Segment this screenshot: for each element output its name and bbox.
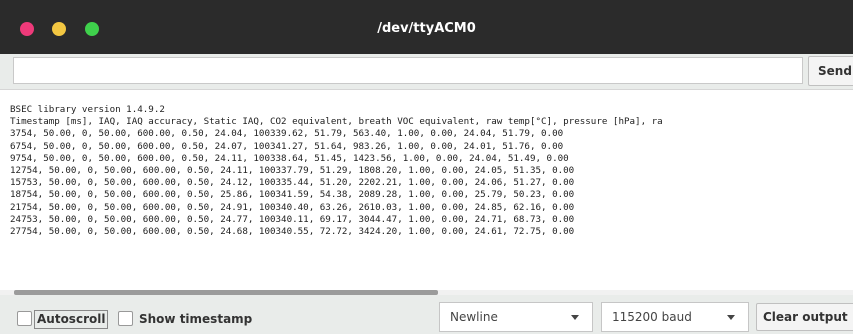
title-bar: /dev/ttyACM0	[0, 0, 853, 54]
send-bar: Send	[0, 54, 853, 89]
baud-rate-value: 115200 baud	[612, 310, 692, 324]
autoscroll-label[interactable]: Autoscroll	[34, 310, 109, 329]
output-data-line: 6754, 50.00, 0, 50.00, 600.00, 0.50, 24.…	[10, 140, 564, 152]
serial-monitor-window: /dev/ttyACM0 Send BSEC library version 1…	[0, 0, 853, 334]
line-ending-value: Newline	[450, 310, 498, 324]
line-ending-select[interactable]: Newline	[439, 302, 593, 332]
output-column-header-line: Timestamp [ms], IAQ, IAQ accuracy, Stati…	[10, 116, 663, 128]
output-data-line: 12754, 50.00, 0, 50.00, 600.00, 0.50, 24…	[10, 165, 575, 177]
output-data-line: 15753, 50.00, 0, 50.00, 600.00, 0.50, 24…	[10, 177, 575, 189]
chevron-down-icon	[727, 315, 735, 320]
show-timestamp-label[interactable]: Show timestamp	[139, 311, 252, 328]
output-data-line: 18754, 50.00, 0, 50.00, 600.00, 0.50, 25…	[10, 189, 575, 201]
output-data-line: 24753, 50.00, 0, 50.00, 600.00, 0.50, 24…	[10, 213, 575, 225]
output-data-line: 21754, 50.00, 0, 50.00, 600.00, 0.50, 24…	[10, 201, 575, 213]
output-data-line: 9754, 50.00, 0, 50.00, 600.00, 0.50, 24.…	[10, 152, 569, 164]
output-header-line: BSEC library version 1.4.9.2	[10, 104, 165, 115]
serial-input-field[interactable]	[13, 57, 803, 84]
output-data-line: 27754, 50.00, 0, 50.00, 600.00, 0.50, 24…	[10, 226, 575, 238]
serial-output-area[interactable]: BSEC library version 1.4.9.2 Timestamp […	[0, 89, 853, 290]
baud-rate-select[interactable]: 115200 baud	[601, 302, 749, 332]
output-data-line: 3754, 50.00, 0, 50.00, 600.00, 0.50, 24.…	[10, 128, 564, 140]
autoscroll-checkbox[interactable]	[17, 311, 32, 326]
send-button[interactable]: Send	[808, 56, 853, 86]
clear-output-button[interactable]: Clear output	[756, 303, 853, 331]
window-title: /dev/ttyACM0	[377, 21, 476, 36]
show-timestamp-checkbox[interactable]	[118, 311, 133, 326]
bottom-toolbar: Autoscroll Show timestamp Newline 115200…	[0, 295, 853, 334]
serial-output-text: BSEC library version 1.4.9.2 Timestamp […	[10, 104, 663, 238]
chevron-down-icon	[571, 315, 579, 320]
